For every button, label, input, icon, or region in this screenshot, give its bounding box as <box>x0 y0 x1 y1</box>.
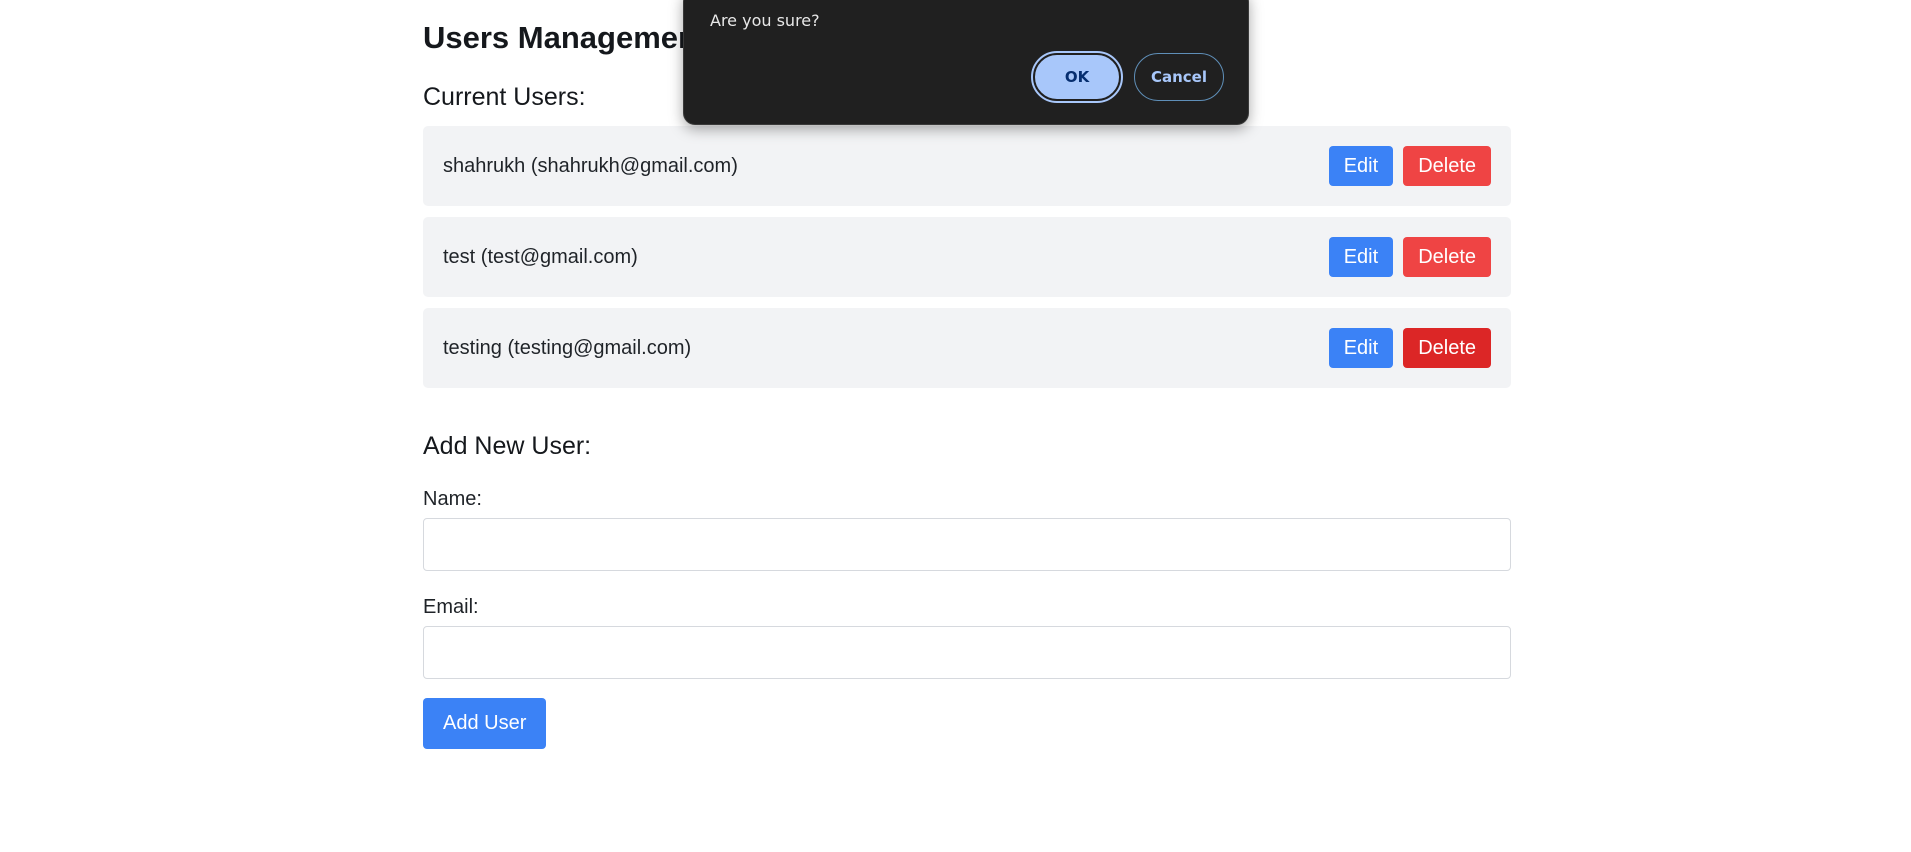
email-label: Email: <box>423 596 479 618</box>
ok-button[interactable]: OK <box>1031 51 1123 103</box>
delete-button[interactable]: Delete <box>1403 328 1491 368</box>
user-list: shahrukh (shahrukh@gmail.com) Edit Delet… <box>423 126 1511 399</box>
delete-button[interactable]: Delete <box>1403 146 1491 186</box>
user-info: testing (testing@gmail.com) <box>443 336 692 359</box>
name-input[interactable] <box>423 518 1511 571</box>
confirm-dialog: Are you sure? OK Cancel <box>683 0 1249 125</box>
add-user-button[interactable]: Add User <box>423 698 547 749</box>
list-item: test (test@gmail.com) Edit Delete <box>423 217 1511 297</box>
user-actions: Edit Delete <box>1328 237 1491 277</box>
page-title: Users Management <box>423 20 708 55</box>
user-actions: Edit Delete <box>1328 328 1491 368</box>
cancel-button[interactable]: Cancel <box>1134 53 1224 101</box>
edit-button[interactable]: Edit <box>1328 146 1394 186</box>
email-input[interactable] <box>423 626 1511 679</box>
user-info: shahrukh (shahrukh@gmail.com) <box>443 154 738 177</box>
name-label: Name: <box>423 488 482 510</box>
add-user-heading: Add New User: <box>423 432 592 460</box>
delete-button[interactable]: Delete <box>1403 237 1491 277</box>
list-item: shahrukh (shahrukh@gmail.com) Edit Delet… <box>423 126 1511 206</box>
user-actions: Edit Delete <box>1328 146 1491 186</box>
user-info: test (test@gmail.com) <box>443 245 638 268</box>
current-users-heading: Current Users: <box>423 83 586 111</box>
edit-button[interactable]: Edit <box>1328 328 1394 368</box>
edit-button[interactable]: Edit <box>1328 237 1394 277</box>
list-item: testing (testing@gmail.com) Edit Delete <box>423 308 1511 388</box>
dialog-message: Are you sure? <box>710 11 820 30</box>
